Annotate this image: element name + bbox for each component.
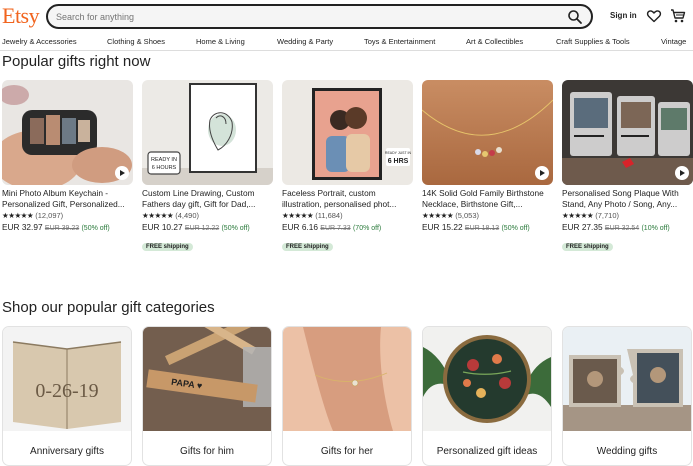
product-image[interactable]: READY JUST IN 6 HRS: [282, 80, 413, 185]
product-price: EUR 15.22 EUR 18.13 (50% off): [422, 221, 553, 235]
product-image[interactable]: [422, 80, 553, 185]
category-card-her[interactable]: Gifts for her: [282, 326, 412, 466]
category-image: [423, 327, 551, 431]
category-label[interactable]: Personalized gift ideas: [423, 446, 551, 457]
gift-categories-title: Shop our popular gift categories: [2, 299, 215, 316]
product-title[interactable]: Faceless Portrait, custom illustration, …: [282, 188, 413, 210]
review-count: (5,053): [455, 211, 479, 220]
product-rating: ★★★★★ (7,710): [562, 210, 693, 221]
rating-stars: ★★★★★: [422, 211, 454, 220]
search-input[interactable]: [56, 9, 556, 24]
product-title[interactable]: Mini Photo Album Keychain - Personalized…: [2, 188, 133, 210]
category-image: PAPA ♥: [143, 327, 271, 431]
nav-home[interactable]: Home & Living: [196, 37, 245, 46]
current-price: EUR 27.35: [562, 222, 603, 232]
discount: (50% off): [81, 225, 110, 232]
category-image: 0-26-19: [3, 327, 131, 431]
nav-craft[interactable]: Craft Supplies & Tools: [556, 37, 630, 46]
category-label[interactable]: Wedding gifts: [563, 446, 691, 457]
search-icon[interactable]: [567, 9, 583, 25]
product-rating: ★★★★★ (12,097): [2, 210, 133, 221]
nav-clothing[interactable]: Clothing & Shoes: [107, 37, 165, 46]
book-fold-text: 0-26-19: [35, 380, 98, 402]
nav-art[interactable]: Art & Collectibles: [466, 37, 523, 46]
product-card[interactable]: Personalised Song Plaque With Stand, Any…: [562, 80, 693, 253]
category-nav: Jewelry & Accessories Clothing & Shoes H…: [0, 35, 693, 51]
current-price: EUR 15.22: [422, 222, 463, 232]
category-card-anniversary[interactable]: 0-26-19 Anniversary gifts: [2, 326, 132, 466]
free-shipping-badge: FREE shipping: [562, 243, 613, 251]
original-price: EUR 39.23: [44, 225, 80, 232]
current-price: EUR 10.27: [142, 222, 183, 232]
category-label[interactable]: Gifts for him: [143, 446, 271, 457]
play-video-icon[interactable]: [535, 166, 549, 180]
review-count: (11,684): [315, 211, 343, 220]
rating-stars: ★★★★★: [142, 211, 174, 220]
nav-jewelry[interactable]: Jewelry & Accessories: [2, 37, 77, 46]
ready-hours-text: 6 HRS: [388, 158, 409, 165]
product-title[interactable]: Custom Line Drawing, Custom Fathers day …: [142, 188, 273, 210]
free-shipping-badge: FREE shipping: [282, 243, 333, 251]
product-price: EUR 10.27 EUR 12.22 (50% off): [142, 221, 273, 235]
original-price: EUR 7.33: [320, 225, 351, 232]
sign-in-link[interactable]: Sign in: [610, 11, 637, 20]
cart-icon[interactable]: [670, 8, 686, 24]
discount: (10% off): [641, 225, 670, 232]
category-image: [283, 327, 411, 431]
product-rating: ★★★★★ (5,053): [422, 210, 553, 221]
category-image: [563, 327, 691, 431]
product-card[interactable]: READY IN 6 HOURS Custom Line Drawing, Cu…: [142, 80, 273, 253]
search-bar[interactable]: [46, 4, 593, 29]
product-card[interactable]: READY JUST IN 6 HRS Faceless Portrait, c…: [282, 80, 413, 253]
original-price: EUR 12.22: [184, 225, 220, 232]
category-label[interactable]: Anniversary gifts: [3, 446, 131, 457]
product-card[interactable]: 14K Solid Gold Family Birthstone Necklac…: [422, 80, 553, 235]
nav-toys[interactable]: Toys & Entertainment: [364, 37, 435, 46]
product-image[interactable]: [2, 80, 133, 185]
review-count: (7,710): [595, 211, 619, 220]
rating-stars: ★★★★★: [282, 211, 314, 220]
product-rating: ★★★★★ (11,684): [282, 210, 413, 221]
current-price: EUR 6.16: [282, 222, 318, 232]
ready-just-text: READY JUST IN: [385, 151, 412, 155]
current-price: EUR 32.97: [2, 222, 43, 232]
original-price: EUR 32.54: [604, 225, 640, 232]
discount: (50% off): [501, 225, 530, 232]
product-image[interactable]: READY IN 6 HOURS: [142, 80, 273, 185]
product-rating: ★★★★★ (4,490): [142, 210, 273, 221]
category-card-personalized[interactable]: Personalized gift ideas: [422, 326, 552, 466]
free-shipping-badge: FREE shipping: [142, 243, 193, 251]
product-price: EUR 6.16 EUR 7.33 (70% off): [282, 221, 413, 235]
header: Etsy Sign in: [0, 0, 693, 33]
review-count: (4,490): [175, 211, 199, 220]
product-price: EUR 32.97 EUR 39.23 (50% off): [2, 221, 133, 235]
favorites-heart-icon[interactable]: [646, 8, 662, 24]
product-title[interactable]: 14K Solid Gold Family Birthstone Necklac…: [422, 188, 553, 210]
product-card[interactable]: Mini Photo Album Keychain - Personalized…: [2, 80, 133, 235]
product-price: EUR 27.35 EUR 32.54 (10% off): [562, 221, 693, 235]
ready-sign-line-1: READY IN: [151, 157, 177, 163]
nav-wedding[interactable]: Wedding & Party: [277, 37, 333, 46]
original-price: EUR 18.13: [464, 225, 500, 232]
etsy-logo[interactable]: Etsy: [2, 3, 40, 29]
category-label[interactable]: Gifts for her: [283, 446, 411, 457]
product-image[interactable]: [562, 80, 693, 185]
nav-vintage[interactable]: Vintage: [661, 37, 686, 46]
popular-gifts-title: Popular gifts right now: [2, 53, 151, 70]
ready-sign-line-2: 6 HOURS: [152, 165, 177, 171]
discount: (70% off): [352, 225, 382, 232]
review-count: (12,097): [35, 211, 64, 220]
category-card-him[interactable]: PAPA ♥ Gifts for him: [142, 326, 272, 466]
product-title[interactable]: Personalised Song Plaque With Stand, Any…: [562, 188, 693, 210]
discount: (50% off): [221, 225, 250, 232]
category-card-wedding[interactable]: Wedding gifts: [562, 326, 692, 466]
rating-stars: ★★★★★: [562, 211, 594, 220]
rating-stars: ★★★★★: [2, 211, 34, 220]
play-video-icon[interactable]: [675, 166, 689, 180]
play-video-icon[interactable]: [115, 166, 129, 180]
